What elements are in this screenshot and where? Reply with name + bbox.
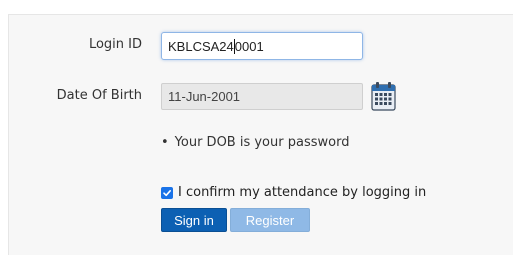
checkmark-icon [163,189,171,196]
login-id-input[interactable]: KBLCSA24 0001 [161,32,363,60]
calendar-icon[interactable] [371,81,396,111]
hint-text: Your DOB is your password [174,135,350,150]
register-button[interactable]: Register [230,208,310,232]
login-id-value-part1: KBLCSA24 [168,38,234,54]
date-of-birth-value: 11-Jun-2001 [168,89,241,104]
login-id-value-part2: 0001 [234,38,264,54]
attendance-confirm-label: I confirm my attendance by logging in [178,185,427,200]
attendance-confirm[interactable]: I confirm my attendance by logging in [161,185,426,200]
sign-in-button[interactable]: Sign in [161,208,227,232]
date-of-birth-label: Date Of Birth [56,88,142,103]
hint-bullet: • [161,135,169,150]
password-hint: • Your DOB is your password [161,135,349,150]
login-id-label: Login ID [88,37,142,52]
date-of-birth-input[interactable]: 11-Jun-2001 [161,83,363,110]
attendance-checkbox[interactable] [161,186,173,199]
